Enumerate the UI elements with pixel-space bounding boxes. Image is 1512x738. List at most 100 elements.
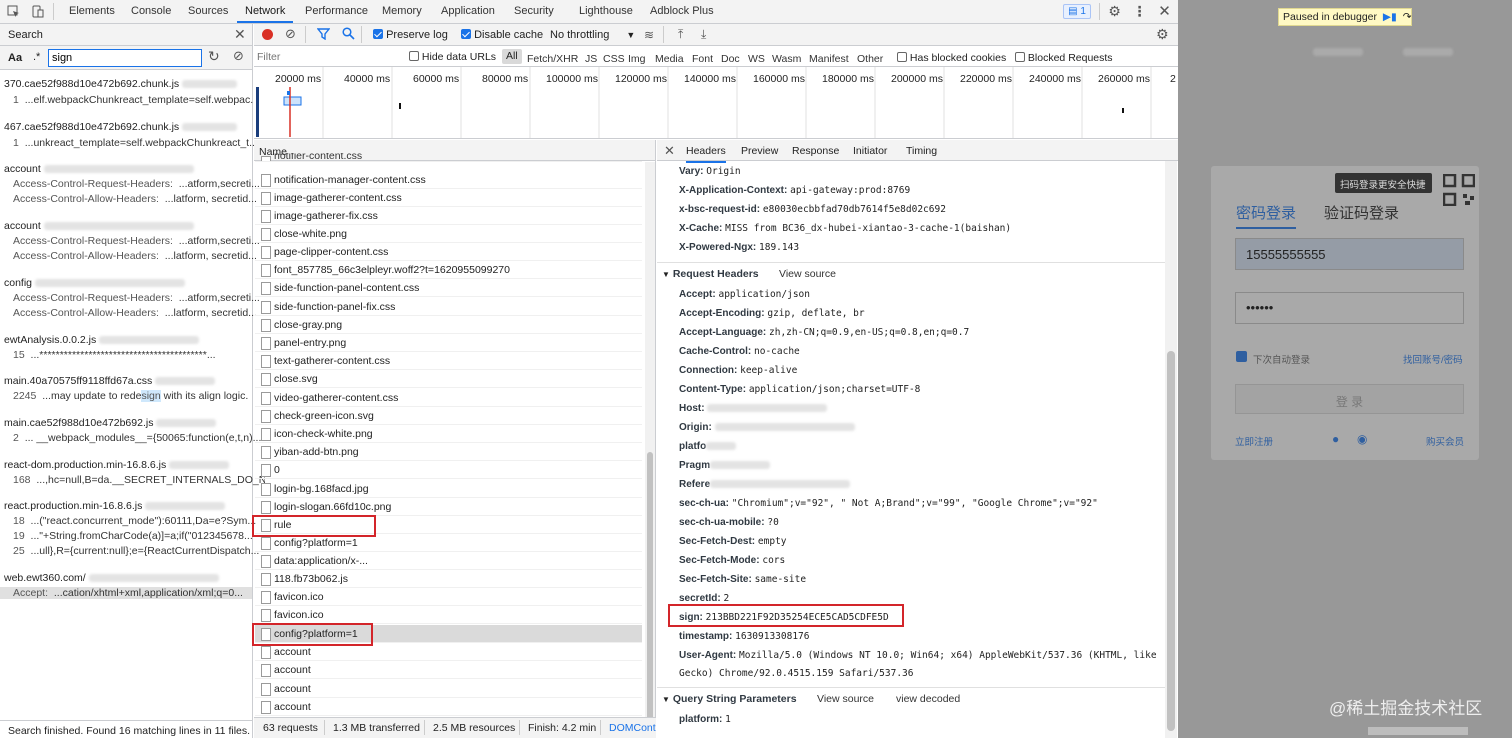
more-vertical-icon[interactable]: ⋮ xyxy=(1132,3,1147,19)
request-row[interactable]: close-gray.png xyxy=(255,316,642,334)
type-filter-fetch-xhr[interactable]: Fetch/XHR xyxy=(527,53,578,65)
resume-icon[interactable]: ▶▮ xyxy=(1383,11,1397,23)
device-toolbar-icon[interactable] xyxy=(30,4,44,18)
search-result-file[interactable]: 370.cae52f988d10e472b692.chunk.js xyxy=(4,78,256,90)
import-har-icon[interactable]: ⤒ xyxy=(678,27,683,42)
search-result-line[interactable]: Access-Control-Allow-Headers: ...latform… xyxy=(13,307,265,319)
hide-data-urls-checkbox[interactable]: Hide data URLs xyxy=(409,51,496,63)
search-result-file[interactable]: config xyxy=(4,277,256,289)
details-scrollbar-track[interactable] xyxy=(1165,161,1177,738)
close-icon[interactable]: ✕ xyxy=(1157,3,1172,20)
request-row[interactable]: page-clipper-content.css xyxy=(255,243,642,261)
login-button[interactable]: 登 录 xyxy=(1235,384,1464,414)
record-icon[interactable] xyxy=(262,29,273,40)
search-result-line[interactable]: Access-Control-Request-Headers: ...atfor… xyxy=(13,292,265,304)
request-row[interactable]: image-gatherer-content.css xyxy=(255,189,642,207)
search-result-file[interactable]: account xyxy=(4,220,256,232)
preserve-log-checkbox[interactable]: Preserve log xyxy=(373,29,448,41)
issues-badge[interactable]: ▤ 1 xyxy=(1063,4,1091,19)
export-har-icon[interactable]: ⤓ xyxy=(701,27,706,42)
type-filter-media[interactable]: Media xyxy=(655,53,684,65)
network-conditions-icon[interactable]: ≋ xyxy=(644,28,654,42)
tab-timing[interactable]: Timing xyxy=(906,145,937,157)
type-filter-css[interactable]: CSS xyxy=(603,53,625,65)
type-filter-all[interactable]: All xyxy=(502,49,522,64)
request-row[interactable]: notification-manager-content.css xyxy=(255,171,642,189)
view-source-link[interactable]: View source xyxy=(779,268,836,280)
request-row[interactable]: check-green-icon.svg xyxy=(255,407,642,425)
search-result-file[interactable]: ewtAnalysis.0.0.2.js xyxy=(4,334,256,346)
tab-performance[interactable]: Performance xyxy=(305,5,368,17)
request-row[interactable]: account xyxy=(255,680,642,698)
tab-console[interactable]: Console xyxy=(131,5,171,17)
filter-input[interactable] xyxy=(257,49,397,65)
clear-icon[interactable]: ⊘ xyxy=(233,48,244,64)
search-result-line[interactable]: 2245 ...may update to redesign with its … xyxy=(13,390,265,402)
qq-icon[interactable]: ● xyxy=(1332,432,1339,446)
request-row[interactable]: side-function-panel-fix.css xyxy=(255,298,642,316)
forgot-link[interactable]: 找回账号/密码 xyxy=(1403,352,1463,366)
search-result-line[interactable]: 15 ...**********************************… xyxy=(13,349,265,361)
search-result-line[interactable]: Access-Control-Allow-Headers: ...latform… xyxy=(13,250,265,262)
blocked-requests-checkbox[interactable]: Blocked Requests xyxy=(1015,52,1113,64)
search-result-line[interactable]: Access-Control-Request-Headers: ...atfor… xyxy=(13,178,265,190)
tab-lighthouse[interactable]: Lighthouse xyxy=(579,5,633,17)
request-row[interactable]: account xyxy=(255,661,642,679)
tab-preview[interactable]: Preview xyxy=(741,145,778,157)
tab-security[interactable]: Security xyxy=(514,5,554,17)
search-result-line[interactable]: 168 ...,hc=null,B=da.__SECRET_INTERNALS_… xyxy=(13,474,265,486)
search-result-line[interactable]: 19 ..."+String.fromCharCode(a)]=a;if("01… xyxy=(13,530,265,542)
tab-network[interactable]: Network xyxy=(236,5,294,23)
search-result-file[interactable]: main.40a70575ff9118ffd67a.css xyxy=(4,375,256,387)
tab-headers[interactable]: Headers xyxy=(686,145,726,163)
request-headers-section-toggle[interactable]: ▼ Request Headers xyxy=(662,268,759,280)
tab-elements[interactable]: Elements xyxy=(69,5,115,17)
has-blocked-cookies-checkbox[interactable]: Has blocked cookies xyxy=(897,52,1006,64)
match-case-toggle[interactable]: Aa xyxy=(8,52,22,64)
request-row[interactable]: login-bg.168facd.jpg xyxy=(255,480,642,498)
clear-log-icon[interactable]: ⊘ xyxy=(285,26,296,42)
request-row[interactable]: data:application/x-... xyxy=(255,552,642,570)
type-filter-other[interactable]: Other xyxy=(857,53,883,65)
search-result-line-selected[interactable]: Accept: ...cation/xhtml+xml,application/… xyxy=(0,587,252,599)
type-filter-doc[interactable]: Doc xyxy=(721,53,740,65)
throttling-select[interactable]: No throttling ▼ xyxy=(550,29,635,41)
tab-initiator[interactable]: Initiator xyxy=(853,145,887,157)
remember-checkbox[interactable] xyxy=(1236,351,1247,362)
search-result-line[interactable]: Access-Control-Request-Headers: ...atfor… xyxy=(13,235,265,247)
search-result-line[interactable]: 1 ...elf.webpackChunkreact_template=self… xyxy=(13,94,265,106)
tab-application[interactable]: Application xyxy=(441,5,495,17)
search-result-line[interactable]: Access-Control-Allow-Headers: ...latform… xyxy=(13,193,265,205)
search-result-line[interactable]: 2 ... __webpack_modules__={50065:functio… xyxy=(13,432,265,444)
search-result-file[interactable]: web.ewt360.com/ xyxy=(4,572,256,584)
buy-membership-link[interactable]: 购买会员 xyxy=(1426,434,1464,448)
page-scrollbar[interactable] xyxy=(1368,727,1468,735)
search-result-line[interactable]: 18 ...("react.concurrent_mode"):60111,Da… xyxy=(13,515,265,527)
inspect-element-icon[interactable] xyxy=(6,4,20,18)
gear-icon[interactable]: ⚙ xyxy=(1107,3,1122,19)
wechat-icon[interactable]: ◉ xyxy=(1357,432,1367,446)
scrollbar-track[interactable] xyxy=(645,162,655,718)
qr-code-icon[interactable] xyxy=(1442,173,1476,209)
type-filter-ws[interactable]: WS xyxy=(748,53,765,65)
tab-password-login[interactable]: 密码登录 xyxy=(1236,202,1297,229)
phone-input[interactable]: 15555555555 xyxy=(1235,238,1464,270)
type-filter-img[interactable]: Img xyxy=(628,53,646,65)
request-row[interactable]: yiban-add-btn.png xyxy=(255,443,642,461)
search-result-line[interactable]: 1 ...unkreact_template=self.webpackChunk… xyxy=(13,137,265,149)
request-row[interactable]: close-white.png xyxy=(255,225,642,243)
search-result-file[interactable]: account xyxy=(4,163,256,175)
refresh-icon[interactable]: ↻ xyxy=(208,48,220,65)
request-row[interactable]: notifier-content.css xyxy=(255,153,642,162)
search-result-file[interactable]: 467.cae52f988d10e472b692.chunk.js xyxy=(4,121,256,133)
type-filter-font[interactable]: Font xyxy=(692,53,713,65)
request-row[interactable]: close.svg xyxy=(255,370,642,388)
search-input[interactable] xyxy=(48,49,202,67)
disable-cache-checkbox[interactable]: Disable cache xyxy=(461,29,543,41)
close-search-icon[interactable]: ✕ xyxy=(234,26,246,43)
request-row[interactable]: image-gatherer-fix.css xyxy=(255,207,642,225)
tab-adblock-plus[interactable]: Adblock Plus xyxy=(650,5,714,17)
request-row[interactable]: 0 xyxy=(255,461,642,479)
view-source-link[interactable]: View source xyxy=(817,693,874,705)
request-row[interactable]: account xyxy=(255,698,642,716)
